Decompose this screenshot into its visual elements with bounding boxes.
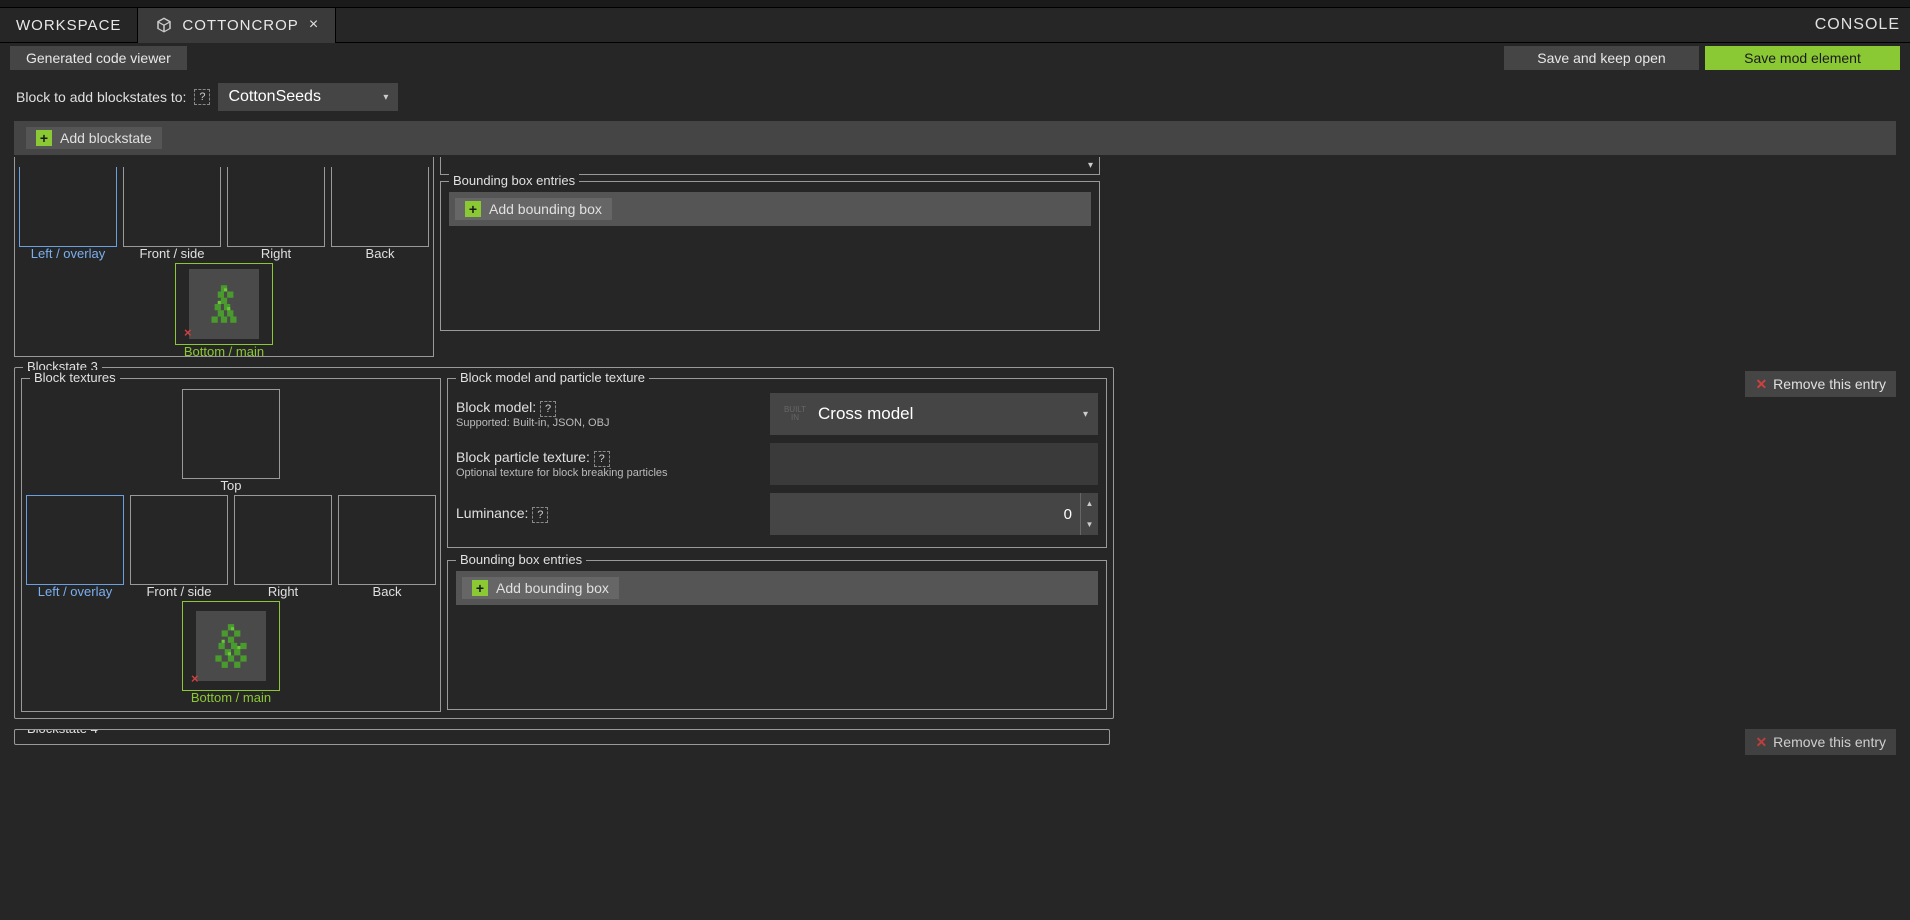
remove-entry-label: Remove this entry	[1773, 376, 1886, 392]
texture-slot-bottom-main[interactable]: ×	[175, 263, 273, 345]
add-bounding-box-button[interactable]: + Add bounding box	[455, 198, 612, 220]
add-bounding-box-label: Add bounding box	[489, 201, 602, 217]
texture-slot-front-side[interactable]	[123, 167, 221, 247]
builtin-badge: BUILT IN	[780, 406, 810, 422]
block-model-sublabel: Supported: Built-in, JSON, OBJ	[456, 417, 770, 429]
texture-label: Right	[227, 246, 325, 261]
remove-texture-icon[interactable]: ×	[184, 325, 192, 340]
tab-cottoncrop-label: COTTONCROP	[182, 17, 298, 34]
texture-slot-left-overlay[interactable]	[26, 495, 124, 585]
texture-label: Bottom / main	[175, 344, 273, 359]
close-icon[interactable]: ×	[309, 16, 319, 34]
block-model-dropdown[interactable]: BUILT IN Cross model ▾	[770, 393, 1098, 435]
block-selector-value: CottonSeeds	[228, 88, 321, 106]
tab-workspace-label: WORKSPACE	[16, 17, 121, 34]
texture-slot-top[interactable]	[182, 389, 280, 479]
blockstate-4-fieldset: Blockstate 4	[14, 729, 1110, 745]
generated-code-viewer-button[interactable]: Generated code viewer	[10, 46, 187, 70]
help-icon[interactable]: ?	[532, 507, 548, 523]
save-keep-open-button[interactable]: Save and keep open	[1504, 46, 1699, 70]
blockstate-3-fieldset: Blockstate 3 Block textures Top	[14, 367, 1114, 719]
texture-slot-back[interactable]	[331, 167, 429, 247]
remove-entry-label: Remove this entry	[1773, 734, 1886, 750]
chevron-down-icon[interactable]: ▾	[1088, 160, 1093, 171]
remove-entry-button[interactable]: ✕ Remove this entry	[1745, 729, 1896, 755]
remove-texture-icon[interactable]: ×	[191, 671, 199, 686]
bounding-box-fieldset: Bounding box entries + Add bounding box	[447, 560, 1107, 710]
block-model-value: Cross model	[818, 404, 1083, 424]
particle-label: Block particle texture:	[456, 449, 590, 465]
texture-label: Right	[234, 584, 332, 599]
texture-slot-back[interactable]	[338, 495, 436, 585]
help-icon[interactable]: ?	[194, 89, 210, 105]
block-selector-row: Block to add blockstates to: ? CottonSee…	[0, 73, 1910, 121]
texture-thumbnail	[196, 611, 266, 681]
texture-thumbnail	[189, 269, 259, 339]
cube-icon	[154, 15, 174, 35]
block-selector-dropdown[interactable]: CottonSeeds ▾	[218, 83, 398, 111]
save-mod-element-button[interactable]: Save mod element	[1705, 46, 1900, 70]
tab-workspace[interactable]: WORKSPACE	[0, 8, 138, 43]
plus-icon: +	[36, 130, 52, 146]
add-bounding-box-button[interactable]: + Add bounding box	[462, 577, 619, 599]
texture-label: Top	[182, 478, 280, 493]
spinner-up-icon[interactable]: ▲	[1081, 493, 1098, 514]
chevron-down-icon: ▾	[1083, 409, 1088, 420]
texture-slot-bottom-main[interactable]: ×	[182, 601, 280, 691]
block-model-label: Block model:	[456, 399, 536, 415]
console-label[interactable]: CONSOLE	[1815, 16, 1910, 34]
texture-label: Bottom / main	[182, 690, 280, 705]
help-icon[interactable]: ?	[540, 401, 556, 417]
tab-cottoncrop[interactable]: COTTONCROP ×	[138, 8, 336, 43]
help-icon[interactable]: ?	[594, 451, 610, 467]
block-selector-label: Block to add blockstates to:	[16, 89, 186, 105]
block-model-legend: Block model and particle texture	[456, 370, 649, 385]
plus-icon: +	[472, 580, 488, 596]
bounding-box-fieldset: Bounding box entries + Add bounding box	[440, 181, 1100, 331]
texture-label: Back	[338, 584, 436, 599]
texture-slot-right[interactable]	[234, 495, 332, 585]
add-bounding-box-label: Add bounding box	[496, 580, 609, 596]
blockstate-4-legend: Blockstate 4	[23, 729, 102, 736]
spinner-down-icon[interactable]: ▼	[1081, 514, 1098, 535]
luminance-input[interactable]	[770, 506, 1080, 523]
block-textures-legend: Block textures	[30, 370, 120, 385]
texture-slot-left-overlay[interactable]	[19, 167, 117, 247]
chevron-down-icon: ▾	[383, 92, 388, 103]
add-blockstate-bar: + Add blockstate	[14, 121, 1896, 155]
texture-label: Front / side	[130, 584, 228, 599]
luminance-label: Luminance:	[456, 505, 528, 521]
block-textures-fieldset: Block textures Top	[21, 378, 441, 712]
block-model-fieldset: Block model and particle texture Block m…	[447, 378, 1107, 548]
tabs-row: WORKSPACE COTTONCROP × CONSOLE	[0, 8, 1910, 43]
bounding-box-legend: Bounding box entries	[449, 173, 579, 188]
x-icon: ✕	[1755, 376, 1767, 393]
luminance-spinner[interactable]: ▲ ▼	[770, 493, 1098, 535]
x-icon: ✕	[1755, 734, 1767, 751]
particle-sublabel: Optional texture for block breaking part…	[456, 467, 770, 479]
particle-texture-slot[interactable]	[770, 443, 1098, 485]
texture-label: Left / overlay	[26, 584, 124, 599]
bounding-box-legend: Bounding box entries	[456, 552, 586, 567]
texture-slot-front-side[interactable]	[130, 495, 228, 585]
plus-icon: +	[465, 201, 481, 217]
texture-label: Front / side	[123, 246, 221, 261]
add-blockstate-label: Add blockstate	[60, 130, 152, 146]
toolbar: Generated code viewer Save and keep open…	[0, 43, 1910, 73]
add-blockstate-button[interactable]: + Add blockstate	[26, 127, 162, 149]
texture-label: Back	[331, 246, 429, 261]
remove-entry-button[interactable]: ✕ Remove this entry	[1745, 371, 1896, 397]
texture-slot-right[interactable]	[227, 167, 325, 247]
texture-label: Left / overlay	[19, 246, 117, 261]
